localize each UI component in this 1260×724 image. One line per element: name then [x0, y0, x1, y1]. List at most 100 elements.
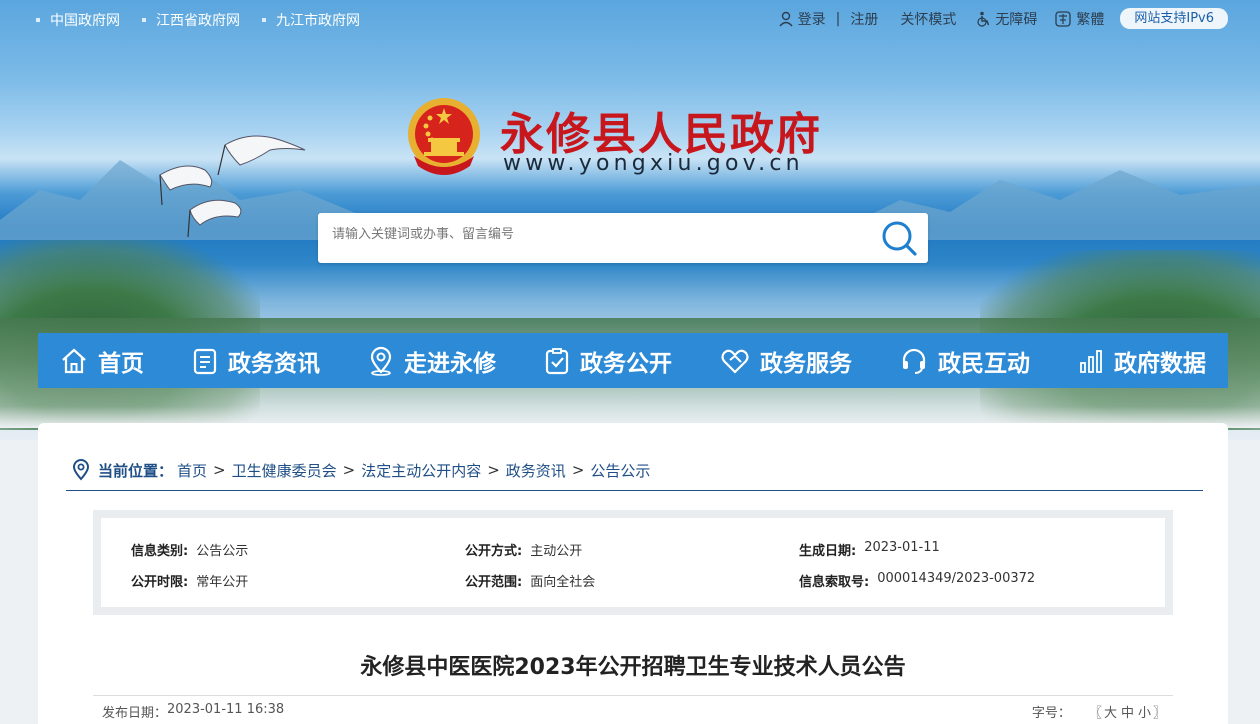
gov-link-label[interactable]: 九江市政府网	[276, 10, 360, 30]
info-index: 信息索取号: 000014349/2023-00372	[799, 571, 1133, 590]
breadcrumb-separator: >	[342, 461, 356, 479]
info-value: 000014349/2023-00372	[877, 571, 1036, 586]
nav-label[interactable]: 政务服务	[760, 344, 852, 378]
bullet-icon	[36, 18, 40, 22]
user-tools: 登录 | 注册 关怀模式 无障碍 繁體 网站支持IPv6	[765, 8, 1228, 29]
bracket-left: 〖	[1088, 706, 1102, 721]
nav-label[interactable]: 政府数据	[1114, 344, 1206, 378]
breadcrumb-link[interactable]: 公告公示	[590, 460, 650, 481]
nav-label[interactable]: 政民互动	[938, 344, 1030, 378]
site-url: www.yongxiu.gov.cn	[503, 151, 804, 176]
gov-link-label[interactable]: 中国政府网	[50, 10, 120, 30]
info-key: 公开范围:	[465, 575, 523, 590]
publish-date: 2023-01-11 16:38	[167, 702, 285, 717]
search-icon[interactable]	[880, 219, 918, 257]
breadcrumb-separator: >	[571, 461, 585, 479]
info-value: 面向全社会	[530, 575, 596, 590]
info-row: 信息类别: 公告公示 公开方式: 主动公开 生成日期: 2023-01-11	[131, 540, 1133, 559]
accessibility-label[interactable]: 无障碍	[995, 9, 1037, 29]
traditional-link[interactable]: 繁體	[1055, 9, 1104, 29]
login-link[interactable]: 登录	[779, 9, 826, 29]
nav-label[interactable]: 政务公开	[580, 344, 672, 378]
traditional-label[interactable]: 繁體	[1076, 9, 1104, 29]
font-size-label: 字号：	[1031, 706, 1071, 721]
publish-info: 发布日期： 2023-01-11 16:38	[102, 702, 284, 721]
accessibility-link[interactable]: 无障碍	[976, 9, 1037, 29]
gov-link[interactable]: 江西省政府网	[142, 10, 240, 30]
search-input[interactable]	[332, 227, 852, 242]
info-date: 生成日期: 2023-01-11	[799, 540, 1133, 559]
meta-divider	[93, 695, 1173, 696]
info-row: 公开时限: 常年公开 公开范围: 面向全社会 信息索取号: 000014349/…	[131, 571, 1133, 590]
info-key: 生成日期:	[799, 544, 857, 559]
info-period: 公开时限: 常年公开	[131, 571, 465, 590]
nav-item-services[interactable]: 政务服务	[720, 344, 852, 378]
headset-icon	[902, 348, 926, 374]
top-bar: 中国政府网 江西省政府网 九江市政府网 登录 | 注册 关怀模式 无障碍 繁體 …	[0, 0, 1260, 38]
bar-chart-icon	[1080, 349, 1102, 373]
gov-links: 中国政府网 江西省政府网 九江市政府网	[36, 10, 360, 30]
breadcrumb-link[interactable]: 政务资讯	[506, 460, 566, 481]
article-title: 永修县中医医院2023年公开招聘卫生专业技术人员公告	[360, 655, 906, 680]
info-panel: 信息类别: 公告公示 公开方式: 主动公开 生成日期: 2023-01-11 公…	[93, 510, 1173, 615]
info-value: 主动公开	[530, 544, 583, 559]
breadcrumb-link[interactable]: 法定主动公开内容	[361, 460, 481, 481]
ipv6-badge: 网站支持IPv6	[1120, 8, 1228, 29]
breadcrumb-link[interactable]: 卫生健康委员会	[232, 460, 337, 481]
gov-link-label[interactable]: 江西省政府网	[156, 10, 240, 30]
breadcrumb-separator: >	[487, 461, 500, 479]
breadcrumb-link[interactable]: 首页	[177, 460, 207, 481]
info-key: 公开时限:	[131, 575, 189, 590]
login-label[interactable]: 登录	[798, 9, 826, 29]
care-mode-link[interactable]: 关怀模式	[900, 9, 956, 29]
info-scope: 公开范围: 面向全社会	[465, 571, 799, 590]
nav-item-about[interactable]: 走进永修	[368, 344, 496, 378]
location-icon	[370, 346, 392, 376]
font-large-button[interactable]: 大	[1104, 702, 1117, 721]
divider: |	[835, 10, 841, 27]
gov-link[interactable]: 九江市政府网	[262, 10, 360, 30]
clipboard-check-icon	[545, 347, 569, 374]
info-value: 常年公开	[196, 575, 249, 590]
info-key: 公开方式:	[465, 544, 523, 559]
home-icon	[62, 348, 86, 373]
info-key: 信息类别:	[131, 544, 189, 559]
handshake-icon	[721, 349, 749, 374]
info-value: 2023-01-11	[864, 540, 940, 555]
info-method: 公开方式: 主动公开	[465, 540, 799, 559]
nav-label[interactable]: 首页	[98, 344, 144, 378]
font-medium-button[interactable]: 中	[1121, 702, 1134, 721]
breadcrumb-separator: >	[213, 461, 226, 479]
font-small-button[interactable]: 小	[1138, 702, 1151, 721]
nav-item-interaction[interactable]: 政民互动	[900, 344, 1030, 378]
bullet-icon	[262, 18, 266, 22]
gov-link[interactable]: 中国政府网	[36, 10, 120, 30]
cranes-illustration	[159, 135, 306, 238]
bracket-right: 〗	[1152, 706, 1166, 721]
nav-item-disclosure[interactable]: 政务公开	[544, 344, 672, 378]
nav-label[interactable]: 政务资讯	[228, 344, 320, 378]
info-panel-inner: 信息类别: 公告公示 公开方式: 主动公开 生成日期: 2023-01-11 公…	[101, 518, 1165, 607]
nav-item-home[interactable]: 首页	[60, 344, 144, 378]
info-key: 信息索取号:	[799, 575, 870, 590]
bullet-icon	[142, 18, 146, 22]
nav-label[interactable]: 走进永修	[404, 344, 496, 378]
publish-label: 发布日期：	[102, 706, 168, 721]
info-category: 信息类别: 公告公示	[131, 540, 465, 559]
main-nav: 首页 政务资讯 走进永修 政务公开 政务服务 政民互动 政府数据	[38, 333, 1228, 388]
register-link[interactable]: 注册	[850, 9, 878, 29]
breadcrumb-lead: 当前位置：	[98, 461, 174, 480]
user-icon	[779, 11, 793, 26]
font-size-switcher: 字号： 〖 大 中 小 〗	[1032, 702, 1166, 721]
nav-item-data[interactable]: 政府数据	[1078, 344, 1206, 378]
info-value: 公告公示	[196, 544, 249, 559]
wheelchair-icon	[977, 11, 990, 27]
content-card: 当前位置： 首页 > 卫生健康委员会 > 法定主动公开内容 > 政务资讯 > 公…	[38, 423, 1228, 724]
nav-item-news[interactable]: 政务资讯	[192, 344, 320, 378]
breadcrumb: 当前位置： 首页 > 卫生健康委员会 > 法定主动公开内容 > 政务资讯 > 公…	[72, 459, 650, 481]
national-emblem-icon	[408, 98, 480, 175]
breadcrumb-divider	[66, 490, 1203, 491]
traditional-chinese-icon	[1055, 10, 1072, 27]
location-pin-icon	[72, 459, 90, 481]
news-icon	[193, 348, 217, 374]
